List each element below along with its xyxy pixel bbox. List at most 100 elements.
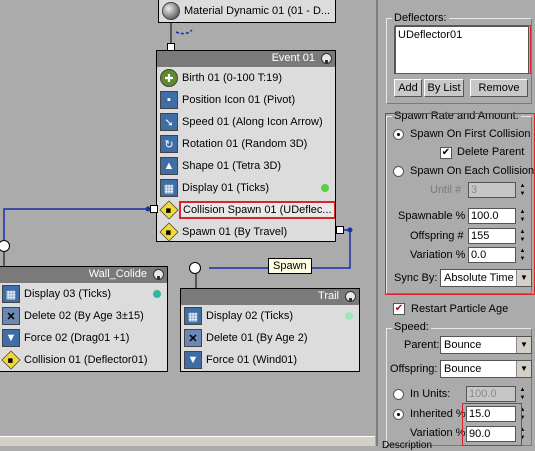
operator-row[interactable]: ◆ Spawn 01 (By Travel)	[157, 221, 335, 243]
material-sphere-icon	[162, 2, 180, 20]
operator-row[interactable]: ▦ Display 01 (Ticks)	[157, 177, 335, 199]
in-units-field[interactable]: 100.0	[466, 386, 516, 402]
speed-icon: ➘	[160, 113, 178, 131]
spawnable-label: Spawnable %	[398, 210, 466, 222]
position-icon: ▪	[160, 91, 178, 109]
operator-row[interactable]: ✕ Delete 01 (By Age 2)	[181, 327, 359, 349]
in-units-radio[interactable]	[393, 389, 404, 400]
parent-dropdown[interactable]: Bounce ▼	[440, 336, 532, 354]
spawn-icon: ◆	[159, 222, 179, 242]
display-icon: ▦	[2, 285, 20, 303]
event-input-port[interactable]	[167, 43, 175, 51]
speed-variation-label: Variation %	[410, 427, 466, 439]
trail-node[interactable]: Trail ▦ Display 02 (Ticks) ✕ Delete 01 (By …	[180, 288, 360, 372]
force-icon: ▼	[184, 351, 202, 369]
collision-output-port[interactable]	[150, 205, 158, 213]
lightbulb-icon[interactable]	[345, 291, 356, 302]
display-color-dot	[153, 290, 161, 298]
by-list-button[interactable]: By List	[424, 79, 464, 97]
wall-node-header[interactable]: Wall_Colide	[0, 267, 167, 283]
offspring-spinner-arrows[interactable]: ▲ ▼	[518, 228, 527, 244]
speed-title: Speed:	[392, 321, 431, 333]
trail-node-header[interactable]: Trail	[181, 289, 359, 305]
shape-icon: ▲	[160, 157, 178, 175]
display-color-dot	[345, 312, 353, 320]
until-spinner-arrows[interactable]: ▲ ▼	[518, 182, 527, 198]
trail-input-port[interactable]	[189, 262, 201, 274]
chevron-down-icon[interactable]: ▼	[516, 270, 531, 286]
delete-parent-checkbox[interactable]: ✔	[440, 147, 452, 159]
operator-row[interactable]: ▼ Force 01 (Wind01)	[181, 349, 359, 371]
operator-row[interactable]: ✕ Delete 02 (By Age 3±15)	[0, 305, 167, 327]
until-field[interactable]: 3	[468, 182, 516, 198]
delete-parent-label: Delete Parent	[457, 146, 525, 158]
operator-row[interactable]: Material Dynamic 01 (01 - D...	[159, 0, 335, 23]
operator-row[interactable]: ➘ Speed 01 (Along Icon Arrow)	[157, 111, 335, 133]
operator-label: Rotation 01 (Random 3D)	[182, 138, 308, 150]
operator-label: Shape 01 (Tetra 3D)	[182, 160, 282, 172]
inherited-spinner-arrows[interactable]: ▲ ▼	[518, 406, 527, 422]
spawn-each-collision-radio[interactable]	[393, 166, 404, 177]
spawnable-field[interactable]: 100.0	[468, 208, 516, 224]
offspring-field[interactable]: 155	[468, 228, 516, 244]
inherited-radio[interactable]	[393, 409, 404, 420]
speed-variation-spinner-arrows[interactable]: ▲ ▼	[518, 426, 527, 442]
offspring-speed-value: Bounce	[444, 363, 482, 375]
spawn-first-collision-radio[interactable]	[393, 129, 404, 140]
display-color-dot	[321, 184, 329, 192]
spawn-rate-title: Spawn Rate and Amount:	[392, 110, 521, 122]
remove-button[interactable]: Remove	[470, 79, 528, 97]
offspring-speed-label: Offspring:	[390, 363, 438, 375]
operator-label: Force 02 (Drag01 +1)	[24, 332, 130, 344]
spawnable-spinner-arrows[interactable]: ▲ ▼	[518, 208, 527, 224]
display-icon: ▦	[184, 307, 202, 325]
speed-variation-field[interactable]: 90.0	[466, 426, 516, 442]
add-button[interactable]: Add	[394, 79, 422, 97]
chevron-down-icon[interactable]: ▼	[516, 337, 531, 353]
inherited-field[interactable]: 15.0	[466, 406, 516, 422]
deflectors-list[interactable]: UDeflector01	[394, 26, 529, 74]
event-node-header[interactable]: Event 01	[157, 51, 335, 67]
event-node-title: Event 01	[271, 52, 315, 64]
restart-particle-age-checkbox[interactable]: ✔	[393, 303, 405, 315]
display-icon: ▦	[160, 179, 178, 197]
operator-label: Delete 02 (By Age 3±15)	[24, 310, 144, 322]
sync-by-dropdown[interactable]: Absolute Time ▼	[440, 269, 532, 287]
operator-row[interactable]: ◆ Collision 01 (Deflector01)	[0, 349, 167, 371]
lightbulb-icon[interactable]	[153, 269, 164, 280]
spawn-first-collision-label: Spawn On First Collision	[410, 128, 531, 140]
chevron-down-icon[interactable]: ▼	[516, 361, 531, 377]
trail-node-title: Trail	[318, 290, 339, 302]
operator-label: Spawn 01 (By Travel)	[182, 226, 288, 238]
operator-row[interactable]: ▲ Shape 01 (Tetra 3D)	[157, 155, 335, 177]
spawn-output-port[interactable]	[336, 226, 344, 234]
operator-row[interactable]: ▪ Position Icon 01 (Pivot)	[157, 89, 335, 111]
in-units-spinner-arrows[interactable]: ▲ ▼	[518, 386, 527, 402]
bottom-strip	[0, 436, 375, 446]
offspring-speed-dropdown[interactable]: Bounce ▼	[440, 360, 532, 378]
variation-label: Variation %	[410, 249, 466, 261]
rotation-icon: ↻	[160, 135, 178, 153]
until-label: Until #	[430, 184, 462, 196]
operator-label: Collision Spawn 01 (UDeflec...	[179, 201, 335, 219]
restart-particle-age-label: Restart Particle Age	[411, 303, 509, 315]
operator-label: Force 01 (Wind01)	[206, 354, 298, 366]
operator-row[interactable]: ▦ Display 02 (Ticks)	[181, 305, 359, 327]
material-dynamic-node[interactable]: Material Dynamic 01 (01 - D...	[158, 0, 336, 23]
wall-colide-node[interactable]: Wall_Colide ▦ Display 03 (Ticks) ✕ Delete 0…	[0, 266, 168, 372]
inherited-label: Inherited %	[410, 408, 466, 420]
deflector-list-item[interactable]: UDeflector01	[398, 29, 525, 41]
particle-view-canvas[interactable]: Material Dynamic 01 (01 - D... Event 01 …	[0, 0, 375, 446]
operator-row[interactable]: ▦ Display 03 (Ticks)	[0, 283, 167, 305]
event-node[interactable]: Event 01 ✚ Birth 01 (0-100 T:19) ▪ Position…	[156, 50, 336, 242]
operator-row[interactable]: ▼ Force 02 (Drag01 +1)	[0, 327, 167, 349]
operator-row[interactable]: ✚ Birth 01 (0-100 T:19)	[157, 67, 335, 89]
operator-label: Display 03 (Ticks)	[24, 288, 111, 300]
variation-spinner-arrows[interactable]: ▲ ▼	[518, 247, 527, 263]
lightbulb-icon[interactable]	[321, 53, 332, 64]
operator-label: Display 02 (Ticks)	[206, 310, 293, 322]
variation-field[interactable]: 0.0	[468, 247, 516, 263]
operator-label: Delete 01 (By Age 2)	[206, 332, 308, 344]
operator-row[interactable]: ◆ Collision Spawn 01 (UDeflec...	[157, 199, 335, 221]
operator-row[interactable]: ↻ Rotation 01 (Random 3D)	[157, 133, 335, 155]
